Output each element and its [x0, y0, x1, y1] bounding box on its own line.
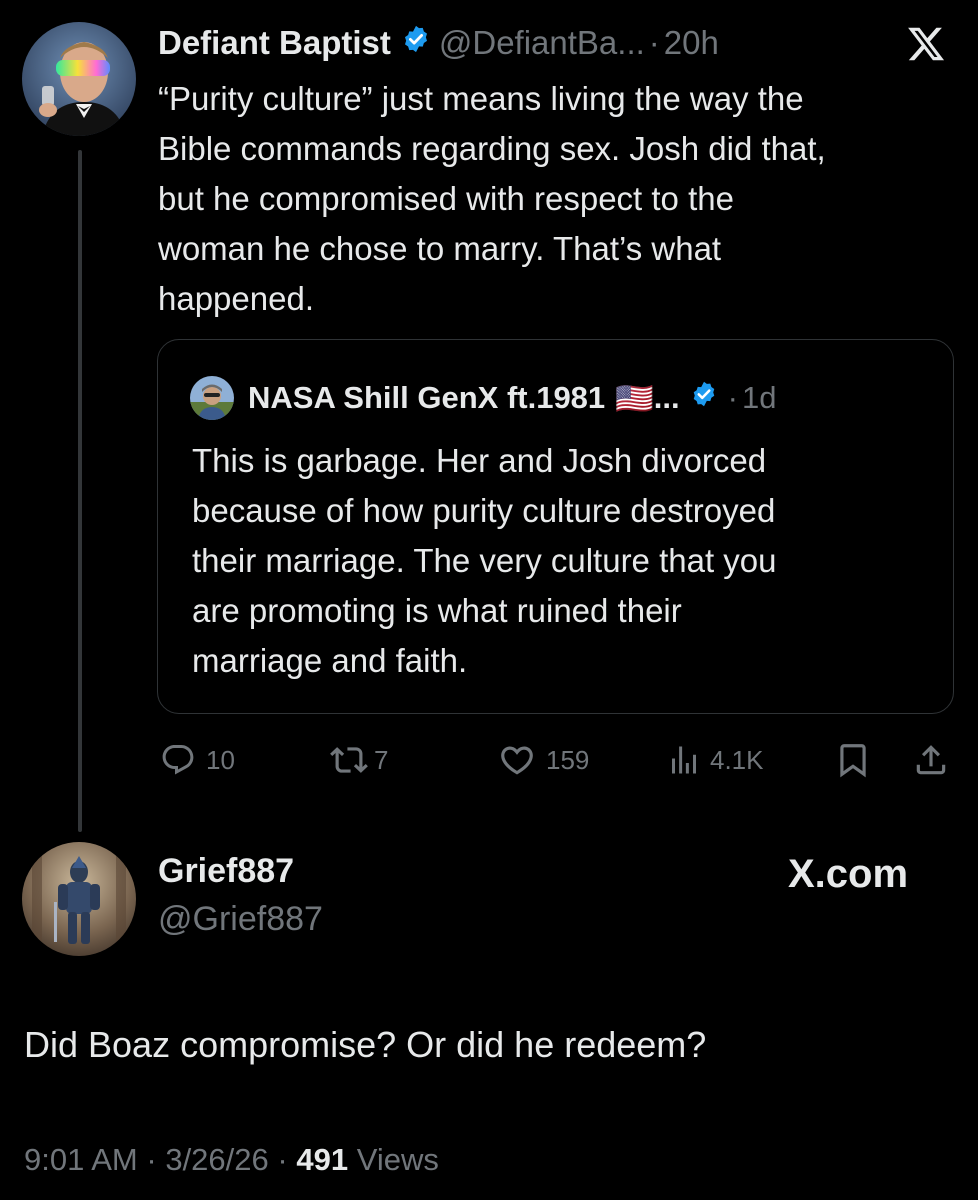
views-label: Views — [356, 1142, 439, 1177]
separator-dot: · — [277, 1142, 288, 1177]
view-count: 4.1K — [710, 744, 764, 775]
views-button[interactable]: 4.1K — [666, 738, 764, 782]
quoted-tweet-header: NASA Shill GenX ft.1981 🇺🇸 ... · 1d — [190, 376, 776, 420]
quoted-tweet-card[interactable]: NASA Shill GenX ft.1981 🇺🇸 ... · 1d This… — [157, 339, 954, 714]
separator-dot: · — [146, 1142, 157, 1177]
reply-count: 10 — [206, 744, 235, 775]
reply-text: Did Boaz compromise? Or did he redeem? — [24, 1024, 707, 1065]
post-date[interactable]: 3/26/26 — [165, 1142, 268, 1177]
reply-author-name[interactable]: Grief887 — [158, 852, 294, 891]
post-time[interactable]: 20h — [664, 24, 719, 62]
avatar-nasa-shill — [190, 376, 234, 420]
truncation-ellipsis: ... — [653, 380, 680, 415]
parent-tweet-header: Defiant Baptist @DefiantBa... · 20h — [158, 22, 719, 64]
avatar-grief887[interactable] — [22, 842, 136, 956]
tweet-action-bar: 10 7 159 4.1K — [0, 738, 978, 782]
separator-dot: · — [727, 380, 738, 415]
separator-dot: · — [648, 24, 660, 61]
share-icon — [916, 745, 946, 775]
repost-count: 7 — [374, 744, 389, 775]
x-logo-icon — [908, 27, 945, 61]
like-button[interactable]: 159 — [498, 738, 589, 782]
thread-connector-line — [78, 150, 82, 832]
repost-button[interactable]: 7 — [330, 738, 388, 782]
post-metadata: 9:01 AM · 3/26/26 · 491 Views — [24, 1142, 439, 1178]
quoted-post-time[interactable]: 1d — [742, 380, 776, 416]
x-com-watermark: X.com — [788, 852, 909, 896]
author-handle[interactable]: @DefiantBa... — [439, 24, 645, 62]
bookmark-button[interactable] — [834, 738, 872, 782]
repost-icon — [330, 747, 368, 773]
views-count: 491 — [296, 1142, 349, 1177]
post-time[interactable]: 9:01 AM — [24, 1142, 138, 1177]
verified-badge-icon — [401, 24, 431, 62]
like-count: 159 — [546, 744, 590, 775]
parent-tweet-text: “Purity culture” just means living the w… — [158, 80, 826, 317]
share-button[interactable] — [912, 738, 950, 782]
author-name[interactable]: Defiant Baptist — [158, 24, 391, 62]
analytics-icon — [672, 746, 696, 774]
bookmark-icon — [840, 744, 866, 778]
avatar-image — [22, 22, 136, 136]
reply-icon — [162, 745, 194, 775]
reply-button[interactable]: 10 — [160, 738, 235, 782]
reply-author-handle[interactable]: @Grief887 — [158, 900, 323, 939]
verified-badge-icon — [690, 380, 718, 416]
flag-emoji: 🇺🇸 — [615, 380, 654, 416]
heart-icon — [501, 746, 533, 775]
quoted-author-name[interactable]: NASA Shill GenX ft.1981 — [248, 380, 605, 416]
quoted-tweet-text: This is garbage. Her and Josh divorced b… — [192, 442, 777, 679]
avatar-image — [22, 842, 136, 956]
avatar-defiant-baptist[interactable] — [22, 22, 136, 136]
